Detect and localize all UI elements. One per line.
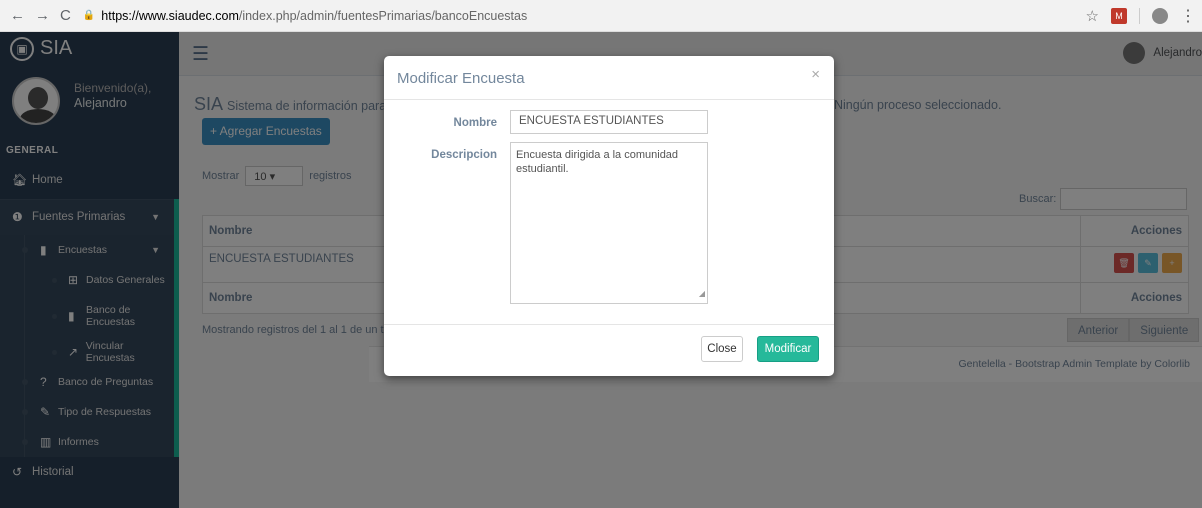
url-path: /index.php/admin/fuentesPrimarias/bancoE… [238,8,528,23]
menu-dots-icon[interactable]: ⋮ [1180,6,1196,26]
reload-button[interactable]: C [60,7,71,24]
close-icon[interactable]: × [811,66,820,83]
nombre-input[interactable]: ENCUESTA ESTUDIANTES [510,110,708,134]
descripcion-label: Descripcion [431,149,497,161]
lock-icon: 🔒 [82,10,96,21]
descripcion-value: Encuesta dirigida a la comunidad estudia… [516,149,679,175]
toolbar-divider [1139,8,1140,24]
address-bar[interactable]: 🔒 https://www.siaudec.com/index.php/admi… [83,9,527,23]
bookmark-star-icon[interactable]: ☆ [1086,7,1099,25]
descripcion-textarea[interactable]: Encuesta dirigida a la comunidad estudia… [510,142,708,304]
close-button[interactable]: Close [701,336,743,362]
edit-survey-modal: Modificar Encuesta × Nombre ENCUESTA EST… [384,56,834,376]
modify-button[interactable]: Modificar [757,336,819,362]
extension-icon[interactable]: M [1111,8,1127,24]
nombre-label: Nombre [453,117,497,129]
modal-title: Modificar Encuesta [397,70,525,87]
forward-button[interactable]: → [35,7,50,24]
modal-header: Modificar Encuesta × [384,56,834,100]
profile-avatar-icon[interactable] [1152,8,1168,24]
modal-footer: Close Modificar [384,324,834,376]
browser-toolbar: ← → C 🔒 https://www.siaudec.com/index.ph… [0,0,1202,32]
back-button[interactable]: ← [10,7,25,24]
url-host: https://www.siaudec.com [101,8,239,23]
resize-handle-icon[interactable]: ◢ [699,287,705,301]
